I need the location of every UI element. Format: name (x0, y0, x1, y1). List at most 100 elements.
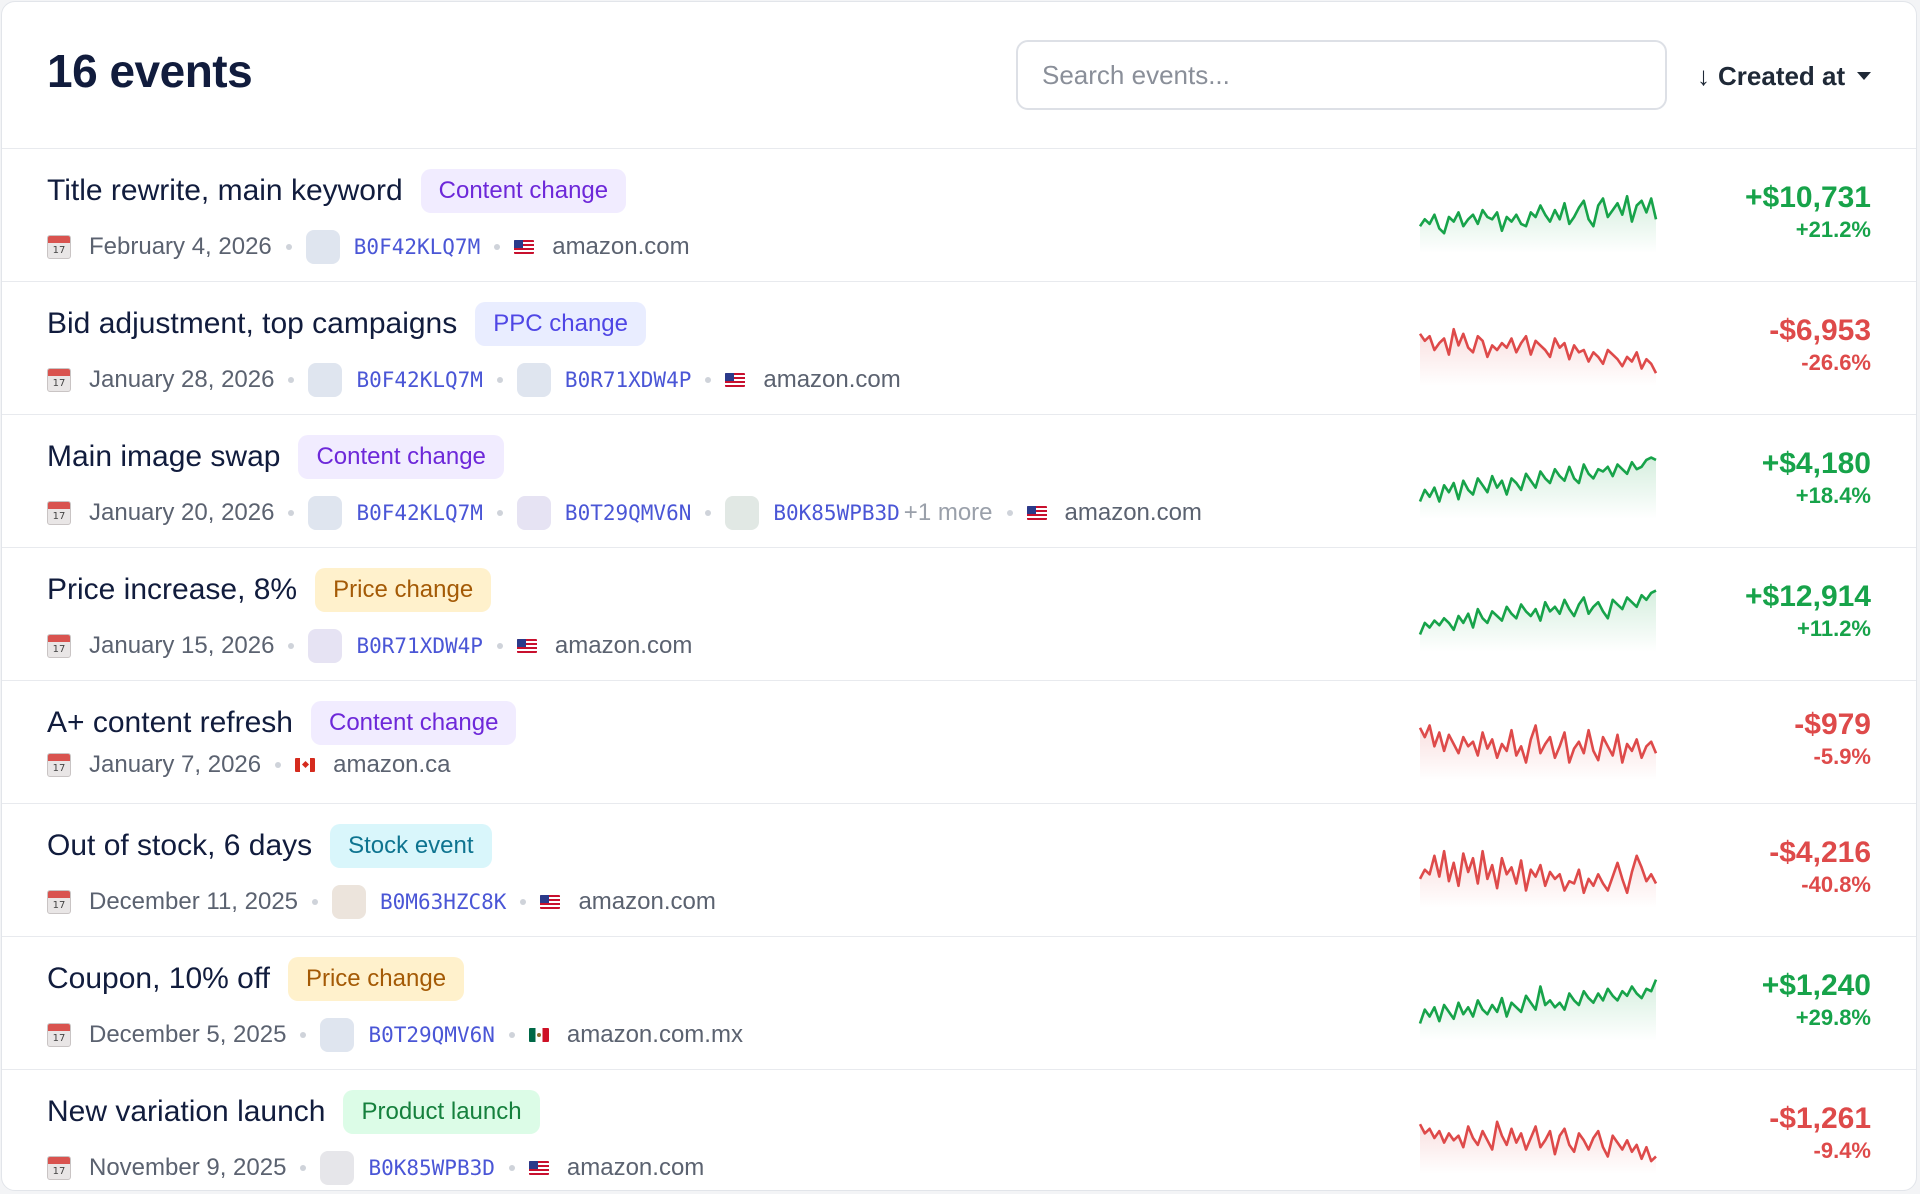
event-meta: 17 January 28, 2026 B0F42KLQ7M B0R71XDW4P am… (47, 362, 901, 398)
separator-dot (496, 377, 503, 383)
event-row[interactable]: Bid adjustment, top campaigns PPC change 1… (2, 282, 1916, 415)
product-thumbnail (332, 885, 367, 919)
separator-dot (285, 244, 292, 250)
flag-us-icon (514, 240, 535, 254)
flag-us-icon (725, 373, 746, 387)
separator-dot (288, 643, 295, 649)
flag-mx-icon (528, 1028, 549, 1042)
impact-amount: +$10,731 (1745, 181, 1871, 214)
event-type-badge: Content change (420, 169, 627, 213)
impact-summary: -$1,261 -9.4% (1621, 1102, 1871, 1166)
asin-link[interactable]: B0K85WPB3D (368, 1156, 494, 1180)
event-meta: 17 January 7, 2026 amazon.ca (47, 747, 451, 783)
event-date: January 20, 2026 (89, 499, 275, 526)
event-date: January 7, 2026 (89, 751, 262, 778)
sort-dropdown[interactable]: ↓ Created at (1697, 54, 1872, 98)
separator-dot (312, 899, 319, 905)
impact-amount: +$4,180 (1761, 447, 1871, 480)
separator-dot (300, 1165, 307, 1171)
asin-link[interactable]: B0M63HZC8K (380, 890, 506, 914)
flag-us-icon (1026, 506, 1047, 520)
impact-percent: +11.2% (1796, 616, 1871, 641)
event-title-line: Price increase, 8% Price change (47, 568, 492, 612)
separator-dot (300, 1032, 307, 1038)
impact-percent: -9.4% (1813, 1138, 1871, 1163)
event-name[interactable]: Main image swap (47, 440, 280, 474)
event-name[interactable]: A+ content refresh (47, 706, 293, 740)
event-type-badge: PPC change (475, 302, 646, 346)
event-name[interactable]: Price increase, 8% (47, 573, 297, 607)
event-meta: 17 November 9, 2025 B0K85WPB3D amazon.com (47, 1150, 704, 1186)
asin-link[interactable]: B0T29QMV6N (565, 501, 691, 525)
event-date: January 15, 2026 (89, 632, 275, 659)
event-date: February 4, 2026 (89, 233, 272, 260)
calendar-icon: 17 (47, 501, 71, 525)
marketplace-label: amazon.com (566, 1154, 705, 1181)
product-thumbnail (320, 1018, 355, 1052)
marketplace-label: amazon.com.mx (566, 1021, 743, 1048)
event-title-line: A+ content refresh Content change (47, 701, 517, 745)
event-name[interactable]: Title rewrite, main keyword (47, 174, 403, 208)
event-type-badge: Product launch (343, 1090, 540, 1134)
calendar-icon: 17 (47, 890, 71, 914)
impact-summary: -$4,216 -40.8% (1621, 836, 1871, 900)
search-input[interactable] (1016, 40, 1667, 110)
impact-summary: -$6,953 -26.6% (1621, 314, 1871, 378)
event-meta: 17 February 4, 2026 B0F42KLQ7M amazon.com (47, 229, 690, 265)
product-thumbnail (725, 496, 760, 530)
sort-direction-icon: ↓ (1697, 60, 1710, 91)
asin-link[interactable]: B0F42KLQ7M (356, 501, 482, 525)
impact-amount: -$4,216 (1769, 836, 1871, 869)
event-row[interactable]: Main image swap Content change 17 January 2… (2, 415, 1916, 548)
events-list: Title rewrite, main keyword Content chang… (2, 149, 1916, 1190)
event-name[interactable]: New variation launch (47, 1095, 325, 1129)
asin-link[interactable]: B0R71XDW4P (565, 368, 691, 392)
asin-link[interactable]: B0T29QMV6N (368, 1023, 494, 1047)
sort-label: Created at (1718, 60, 1846, 91)
event-title-line: Bid adjustment, top campaigns PPC change (47, 302, 646, 346)
event-title-line: Main image swap Content change (47, 435, 504, 479)
separator-dot (288, 510, 295, 516)
separator-dot (496, 510, 503, 516)
impact-summary: +$10,731 +21.2% (1621, 181, 1871, 245)
calendar-icon: 17 (47, 235, 71, 259)
event-row[interactable]: Coupon, 10% off Price change 17 December 5,… (2, 937, 1916, 1070)
product-thumbnail (308, 363, 343, 397)
calendar-icon: 17 (47, 368, 71, 392)
event-row[interactable]: New variation launch Product launch 17 Nove… (2, 1070, 1916, 1190)
impact-percent: -26.6% (1801, 350, 1871, 375)
event-name[interactable]: Coupon, 10% off (47, 962, 270, 996)
event-type-badge: Content change (298, 435, 504, 479)
impact-percent: -40.8% (1801, 872, 1871, 897)
impact-amount: -$979 (1794, 708, 1871, 741)
event-type-badge: Content change (310, 701, 517, 745)
asin-link[interactable]: B0F42KLQ7M (354, 235, 480, 259)
marketplace-label: amazon.com (552, 233, 690, 260)
event-row[interactable]: Out of stock, 6 days Stock event 17 Decembe… (2, 804, 1916, 937)
event-name[interactable]: Out of stock, 6 days (47, 829, 312, 863)
more-asins-link[interactable]: +1 more (904, 499, 993, 527)
event-type-badge: Price change (287, 957, 465, 1001)
asin-link[interactable]: B0K85WPB3D (773, 501, 899, 525)
event-row[interactable]: Price increase, 8% Price change 17 January … (2, 548, 1916, 681)
separator-dot (520, 899, 527, 905)
event-title-line: Title rewrite, main keyword Content chang… (47, 169, 627, 213)
calendar-icon: 17 (47, 1156, 71, 1180)
asin-link[interactable]: B0R71XDW4P (356, 634, 482, 658)
flag-us-icon (540, 895, 561, 909)
impact-percent: +29.8% (1795, 1005, 1871, 1030)
marketplace-label: amazon.ca (333, 751, 451, 778)
separator-dot (494, 244, 501, 250)
impact-summary: -$979 -5.9% (1621, 708, 1871, 772)
event-row[interactable]: Title rewrite, main keyword Content chang… (2, 149, 1916, 282)
event-date: December 5, 2025 (89, 1021, 287, 1048)
event-name[interactable]: Bid adjustment, top campaigns (47, 307, 457, 341)
separator-dot (508, 1032, 515, 1038)
event-row[interactable]: A+ content refresh Content change 17 Januar… (2, 681, 1916, 804)
product-thumbnail (305, 230, 340, 264)
product-thumbnail (308, 496, 343, 530)
product-thumbnail (320, 1151, 355, 1185)
impact-amount: +$12,914 (1745, 580, 1871, 613)
asin-link[interactable]: B0F42KLQ7M (356, 368, 482, 392)
flag-ca-icon (295, 758, 316, 772)
